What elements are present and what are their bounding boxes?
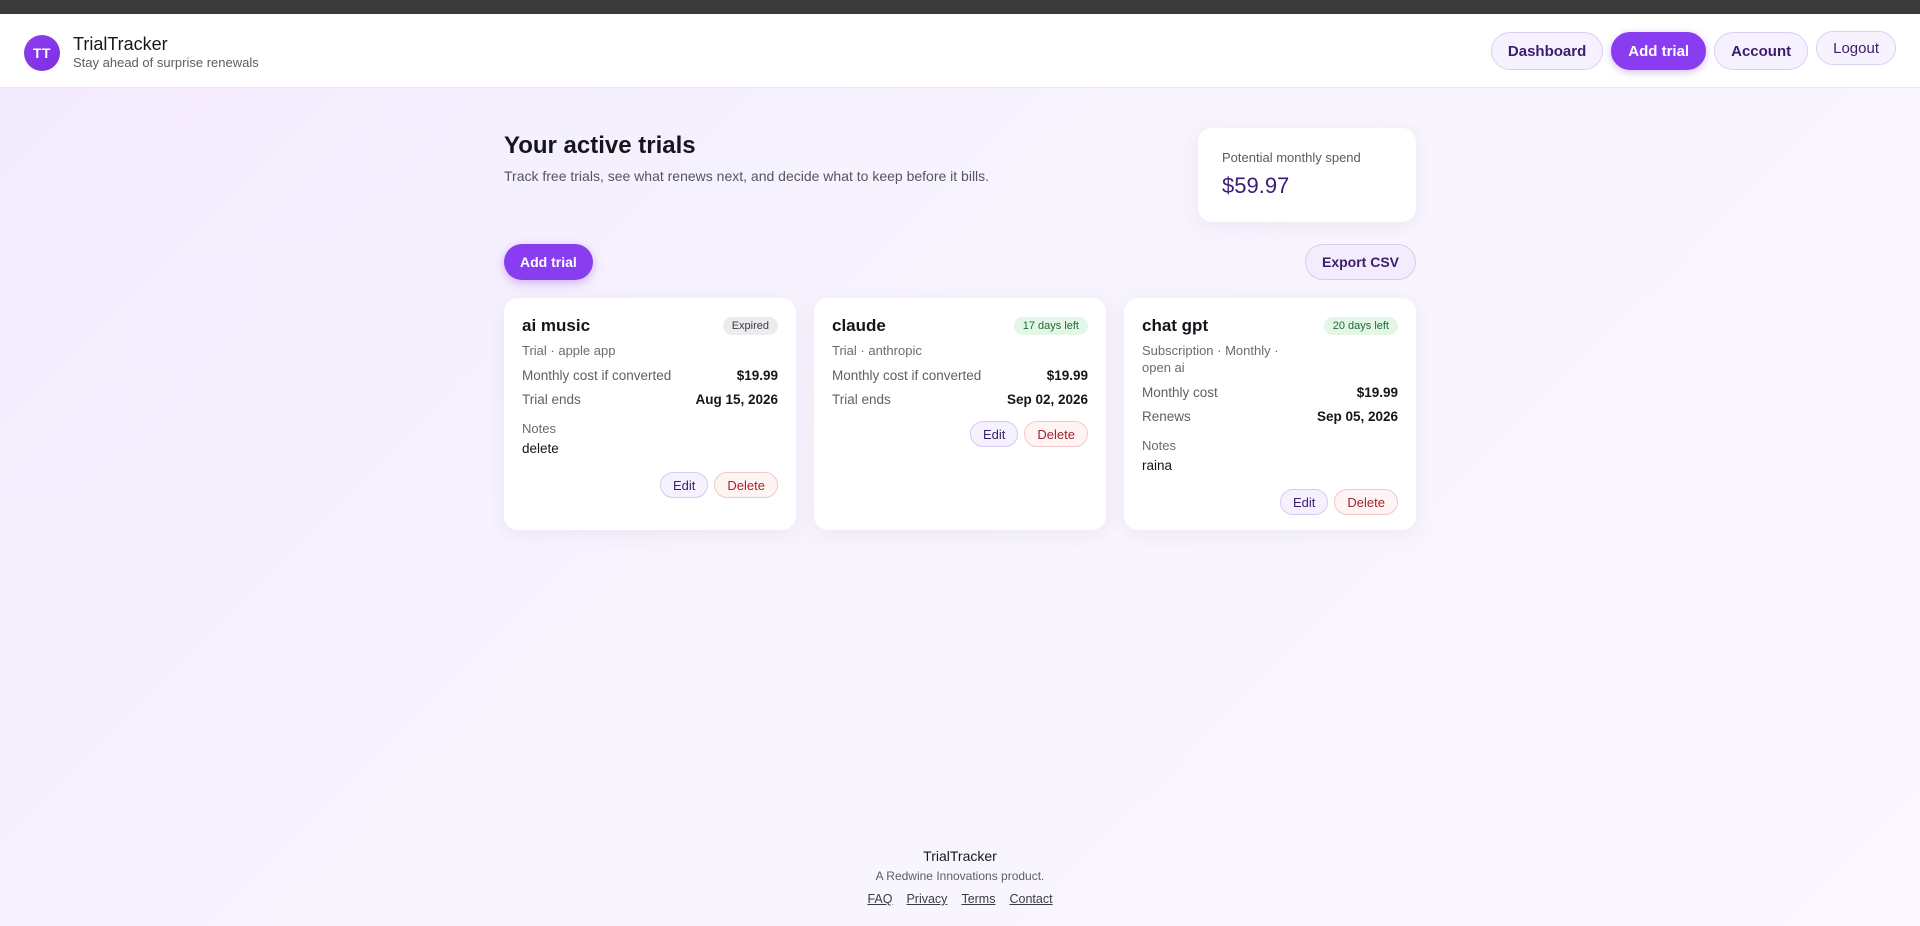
main-content: Your active trials Track free trials, se…	[504, 128, 1416, 530]
spend-label: Potential monthly spend	[1222, 150, 1361, 165]
footer-link-contact[interactable]: Contact	[1009, 892, 1052, 906]
footer-tagline: A Redwine Innovations product.	[875, 869, 1045, 883]
trial-title: claude	[832, 316, 886, 335]
trial-card-ai-music: ai music Expired Trial · apple app Month…	[504, 298, 796, 530]
delete-button[interactable]: Delete	[1334, 489, 1398, 515]
delete-button[interactable]: Delete	[1024, 421, 1088, 447]
export-csv-button[interactable]: Export CSV	[1304, 244, 1416, 280]
date-row: Trial ends Sep 02, 2026	[832, 392, 1088, 407]
trial-meta: Subscription · Monthly · open ai	[1142, 343, 1279, 375]
add-trial-button[interactable]: Add trial	[504, 244, 593, 280]
spend-value: $59.97	[1222, 173, 1290, 198]
trial-card-claude: claude 17 days left Trial · anthropic Mo…	[814, 298, 1106, 530]
main-nav: Dashboard Add trial Account Logout	[1490, 31, 1896, 70]
date-value: Sep 05, 2026	[1316, 409, 1398, 424]
delete-button[interactable]: Delete	[714, 472, 778, 498]
edit-button[interactable]: Edit	[1280, 489, 1329, 515]
cost-row: Monthly cost if converted $19.99	[522, 368, 778, 383]
date-row: Renews Sep 05, 2026	[1142, 409, 1398, 424]
trial-title: chat gpt	[1142, 316, 1209, 335]
footer-brand: TrialTracker	[923, 848, 997, 864]
edit-button[interactable]: Edit	[970, 421, 1019, 447]
nav-add-trial-button[interactable]: Add trial	[1611, 32, 1707, 70]
nav-account-button[interactable]: Account	[1714, 32, 1809, 70]
cost-label: Monthly cost if converted	[522, 368, 672, 383]
cost-label: Monthly cost	[1142, 385, 1218, 400]
notes-label: Notes	[1142, 438, 1176, 453]
brand-name: TrialTracker	[73, 34, 168, 54]
date-value: Sep 02, 2026	[1006, 392, 1088, 407]
footer-links: FAQ Privacy Terms Contact	[0, 892, 1920, 906]
date-label: Trial ends	[832, 392, 891, 407]
notes-text: raina	[1142, 458, 1173, 473]
status-badge: Expired	[722, 317, 778, 335]
notes-label: Notes	[522, 421, 556, 436]
logout-button[interactable]: Logout	[1816, 31, 1896, 65]
cost-label: Monthly cost if converted	[832, 368, 982, 383]
trial-meta: Trial · apple app	[522, 343, 616, 358]
status-badge: 17 days left	[1013, 317, 1088, 335]
page-footer: TrialTracker A Redwine Innovations produ…	[0, 848, 1920, 906]
trial-title: ai music	[522, 316, 591, 335]
date-label: Trial ends	[522, 392, 581, 407]
footer-link-privacy[interactable]: Privacy	[906, 892, 947, 906]
date-label: Renews	[1142, 409, 1191, 424]
date-row: Trial ends Aug 15, 2026	[522, 392, 778, 407]
trial-cards: ai music Expired Trial · apple app Month…	[504, 298, 1416, 530]
cost-value: $19.99	[1046, 368, 1088, 383]
brand-avatar: TT	[24, 34, 60, 71]
status-badge: 20 days left	[1323, 317, 1398, 335]
brand[interactable]: TT TrialTracker Stay ahead of surprise r…	[24, 34, 259, 71]
monthly-spend-card: Potential monthly spend $59.97	[1198, 128, 1416, 222]
edit-button[interactable]: Edit	[660, 472, 709, 498]
nav-dashboard-button[interactable]: Dashboard	[1490, 32, 1604, 70]
cost-row: Monthly cost if converted $19.99	[832, 368, 1088, 383]
notes-text: delete	[522, 441, 559, 456]
trial-actions-bar: Add trial Export CSV	[504, 244, 1416, 282]
cost-value: $19.99	[1356, 385, 1398, 400]
footer-link-terms[interactable]: Terms	[961, 892, 995, 906]
trial-meta: Trial · anthropic	[832, 343, 922, 358]
browser-chrome-strip	[0, 0, 1920, 14]
cost-row: Monthly cost $19.99	[1142, 385, 1398, 400]
top-navigation-bar: TT TrialTracker Stay ahead of surprise r…	[0, 14, 1920, 88]
date-value: Aug 15, 2026	[695, 392, 778, 407]
trial-card-chat-gpt: chat gpt 20 days left Subscription · Mon…	[1124, 298, 1416, 530]
cost-value: $19.99	[736, 368, 778, 383]
brand-tagline: Stay ahead of surprise renewals	[73, 55, 259, 70]
footer-link-faq[interactable]: FAQ	[867, 892, 892, 906]
